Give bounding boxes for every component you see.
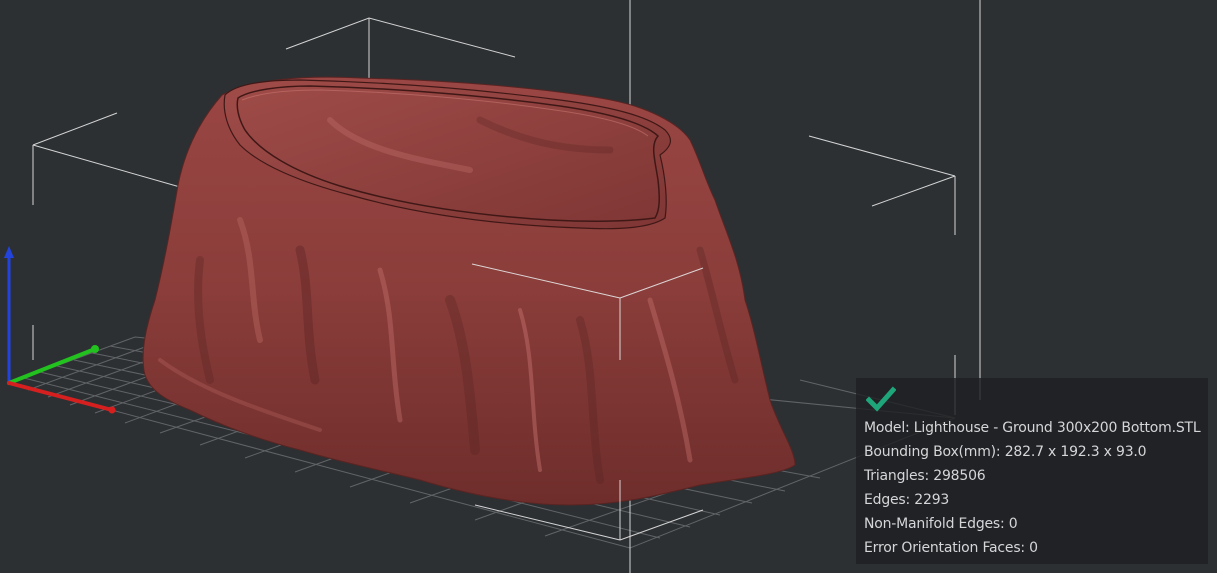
y-axis-line [7,347,97,385]
error-orientation-face-count: Error Orientation Faces: 0 [864,540,1038,556]
model-info-lines: Model: Lighthouse - Ground 300x200 Botto… [864,416,1201,560]
axis-gizmo [4,246,116,414]
checkmark-icon [866,386,896,412]
z-axis-arrow-icon [4,246,14,258]
x-axis-tip-icon [108,406,116,414]
model-info-panel: Model: Lighthouse - Ground 300x200 Botto… [856,378,1208,564]
bounding-box-size: Bounding Box(mm): 282.7 x 192.3 x 93.0 [864,444,1147,460]
model-name: Model: Lighthouse - Ground 300x200 Botto… [864,420,1201,436]
triangle-count: Triangles: 298506 [864,468,986,484]
non-manifold-edge-count: Non-Manifold Edges: 0 [864,516,1018,532]
edge-count: Edges: 2293 [864,492,950,508]
model-mesh[interactable] [142,76,796,506]
y-axis-tip-icon [91,345,99,353]
